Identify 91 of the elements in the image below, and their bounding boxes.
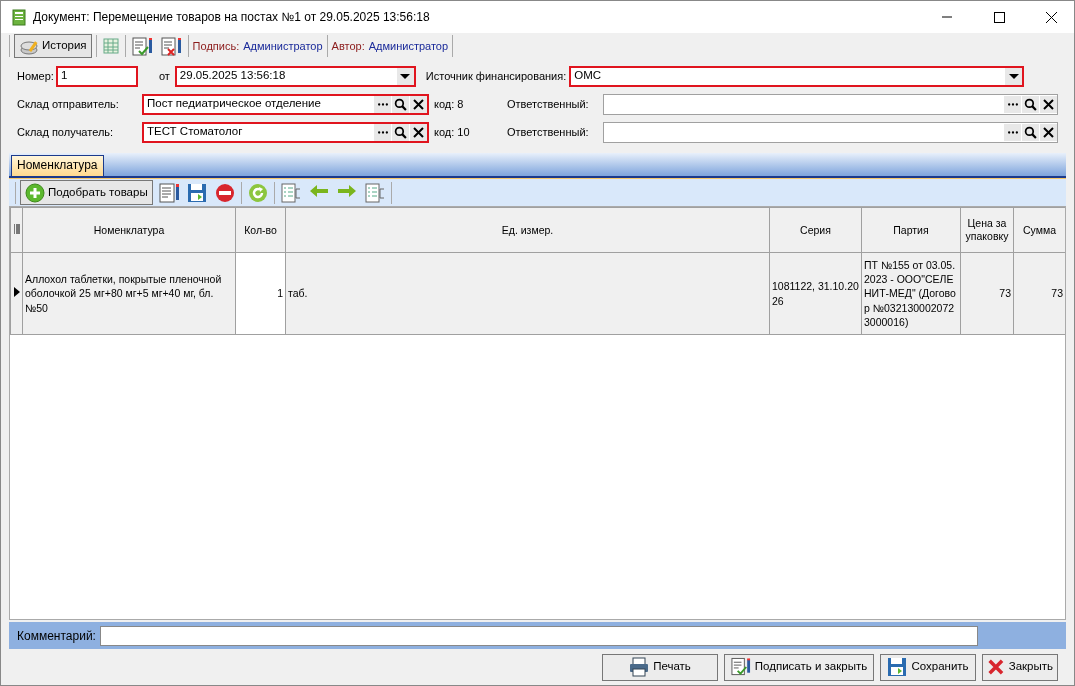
save-icon [887, 657, 908, 677]
signature-value: Администратор [243, 38, 323, 54]
column-header[interactable]: Кол-во [235, 207, 286, 253]
ellipsis-icon [377, 130, 388, 134]
table-cell: 1 [235, 252, 286, 335]
sign-button[interactable]: Подписать и закрыть [724, 653, 874, 681]
ellipsis-icon [377, 102, 388, 106]
table-cell: 1081122, 31.10.2026 [769, 252, 862, 335]
close-icon [1043, 98, 1054, 110]
table-cell: 73 [1013, 252, 1065, 335]
tab[interactable]: Номенклатура [11, 155, 104, 176]
edit-button[interactable] [156, 182, 181, 203]
search-icon [1024, 125, 1037, 139]
close-icon [1043, 126, 1054, 138]
browse-button[interactable] [1004, 95, 1021, 113]
unsign-button[interactable] [158, 36, 184, 56]
search-icon [394, 97, 407, 111]
column-header[interactable]: Сумма [1013, 207, 1065, 253]
code-label: код: 8 [434, 96, 465, 112]
table-cell: Аллохол таблетки, покрытые пленочной оболочкой 25 мг+80 мг+5 мг+40 мг, бл. №50 [22, 252, 236, 335]
date-field[interactable]: 29.05.2025 13:56:18 [174, 65, 416, 87]
pick-goods-button[interactable]: Подобрать товары [20, 180, 153, 205]
ellipsis-icon [1007, 102, 1018, 106]
field-label: Ответственный: [507, 96, 590, 112]
clear-button[interactable] [1040, 123, 1057, 141]
column-header[interactable]: Серия [769, 207, 862, 253]
caret-icon [1008, 73, 1019, 79]
browse-button[interactable] [1004, 123, 1021, 141]
browse-button[interactable] [374, 95, 391, 113]
field-label: Склад отправитель: [17, 96, 120, 112]
history-button[interactable]: История [14, 34, 92, 58]
number-field[interactable]: 1 [55, 65, 138, 87]
code-label: код: 10 [434, 124, 471, 140]
clear-button[interactable] [410, 95, 427, 113]
dropdown-button[interactable] [1005, 67, 1023, 85]
author-value: Администратор [368, 38, 449, 54]
comment-field[interactable] [99, 625, 978, 646]
field-label: от [158, 68, 170, 84]
close-icon [1044, 10, 1058, 24]
text-input[interactable]: Пост педиатрическое отделение [147, 95, 373, 113]
text-input[interactable]: 1 [60, 67, 136, 85]
field-label: Ответственный: [507, 124, 590, 140]
export-button[interactable] [362, 182, 387, 203]
signature-label: Подпись: [192, 38, 240, 54]
plus-icon [25, 182, 45, 203]
warehouse-field[interactable]: Пост педиатрическое отделение [142, 93, 429, 115]
search-icon [394, 125, 407, 139]
field-label: Склад получатель: [17, 124, 115, 140]
search-button[interactable] [1022, 95, 1039, 113]
caret-icon [400, 73, 411, 79]
save-button[interactable]: Сохранить [880, 653, 976, 681]
table-cell: ПТ №155 от 03.05.2023 - ООО"СЕЛЕНИТ-МЕД" (Договор №0321300020723000016) [861, 252, 961, 335]
column-header[interactable]: Ед. измер. [285, 207, 770, 253]
ellipsis-icon [1007, 130, 1018, 134]
search-button[interactable] [392, 123, 409, 141]
signed-document-icon [730, 657, 751, 677]
responsible-field[interactable] [603, 121, 1058, 143]
window-title: Документ: Перемещение товаров на постах №1 от 29.05.2025 13:56:18 [33, 9, 431, 26]
search-button[interactable] [1022, 123, 1039, 141]
author-label: Автор: [331, 38, 365, 54]
document-icon [11, 8, 27, 26]
dropdown-button[interactable] [396, 67, 414, 85]
close-icon [413, 126, 424, 138]
column-chooser-icon [12, 222, 21, 235]
table-cell: таб. [285, 252, 770, 335]
column-header[interactable]: Цена за упаковку [960, 207, 1014, 253]
text-input[interactable]: ОМС [574, 67, 1005, 85]
import-button[interactable] [278, 182, 303, 203]
browse-button[interactable] [374, 123, 391, 141]
field-label: Источник финансирования: [425, 68, 567, 84]
table-cell: 73 [960, 252, 1014, 335]
warehouse-field[interactable]: ТЕСТ Стоматолог [142, 121, 429, 143]
print-button[interactable]: Печать [602, 653, 718, 681]
column-header[interactable]: Партия [861, 207, 961, 253]
responsible-field[interactable] [603, 93, 1058, 115]
clear-button[interactable] [410, 123, 427, 141]
text-input[interactable]: ТЕСТ Стоматолог [147, 123, 373, 141]
close-icon [413, 98, 424, 110]
close-icon [987, 657, 1005, 677]
column-header[interactable]: Номенклатура [22, 207, 236, 253]
financing-field[interactable]: ОМС [569, 65, 1025, 87]
clear-button[interactable] [1040, 95, 1057, 113]
search-button[interactable] [392, 95, 409, 113]
printer-icon [629, 657, 650, 677]
close-button[interactable]: Закрыть [982, 653, 1058, 681]
sign-button[interactable] [129, 36, 155, 56]
comment-label: Комментарий: [17, 627, 96, 645]
search-icon [1024, 97, 1037, 111]
field-label: Номер: [17, 68, 54, 84]
text-input[interactable]: 29.05.2025 13:56:18 [179, 67, 396, 85]
maximize-icon [992, 10, 1006, 24]
